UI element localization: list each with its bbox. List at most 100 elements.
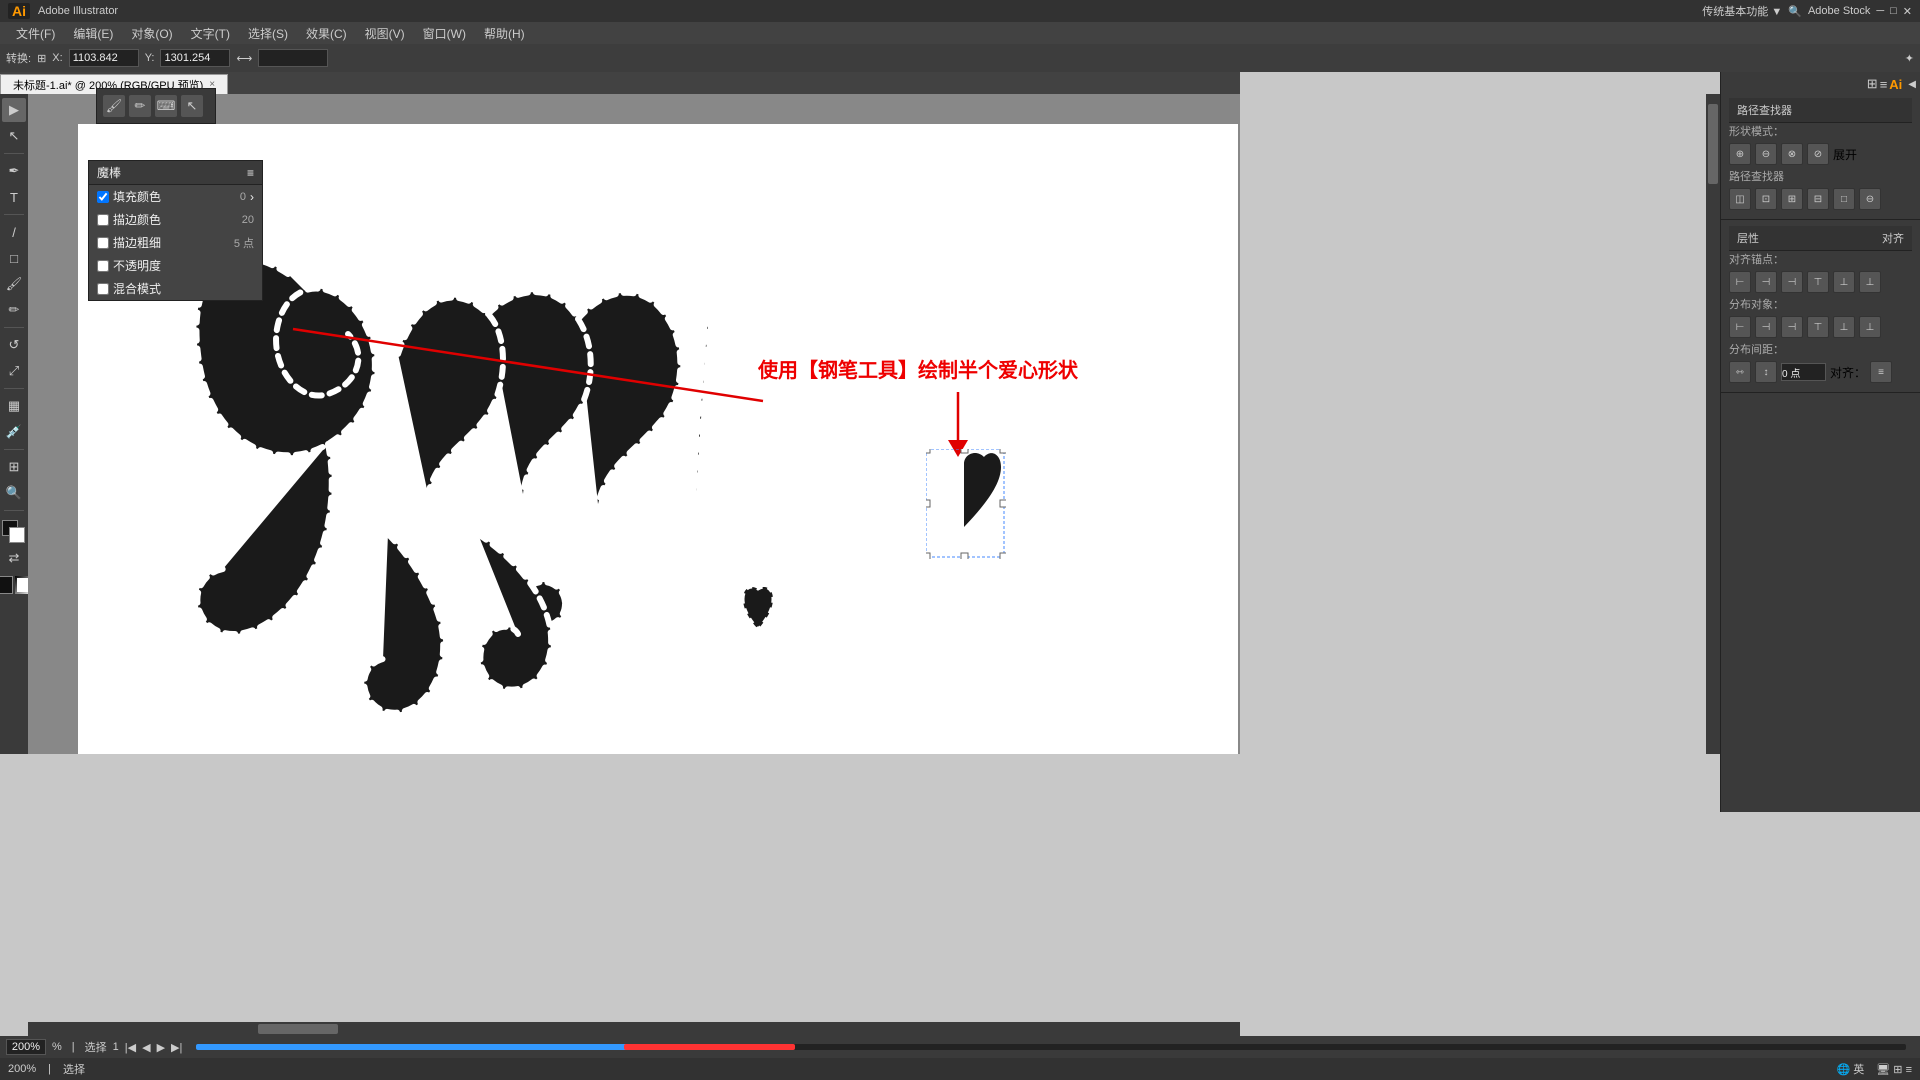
width-icon: ⟷ [236,52,252,65]
zoom-input[interactable] [6,1039,46,1055]
right-panel-collapse[interactable]: ◀ [1908,79,1916,90]
tool-rect[interactable]: □ [2,246,26,270]
brush-tool-btn-2[interactable]: ✏ [129,95,151,117]
tool-pencil[interactable]: ✏ [2,298,26,322]
tool-rotate[interactable]: ↺ [2,333,26,357]
dist-spacing-h-btn[interactable]: ⇿ [1729,361,1751,383]
tool-line[interactable]: / [2,220,26,244]
brush-tool-btn-4[interactable]: ↖ [181,95,203,117]
tool-type[interactable]: T [2,185,26,209]
tool-brush[interactable]: 🖌 [2,272,26,296]
align-bottom-btn[interactable]: ⊥ [1859,271,1881,293]
dist-right-btn[interactable]: ⊣ [1781,316,1803,338]
distribute-spacing-buttons: ⇿ ↕ 对齐： ≡ [1729,361,1912,383]
blend-checkbox[interactable] [97,283,109,295]
dist-top-btn[interactable]: ⊤ [1807,316,1829,338]
menu-object[interactable]: 对象(O) [123,23,180,44]
pathfinder-header[interactable]: 路径查找器 [1729,98,1912,123]
tool-scale[interactable]: ⤢ [2,359,26,383]
shape-minus-btn[interactable]: ⊖ [1755,143,1777,165]
adobe-stock[interactable]: Adobe Stock [1808,5,1870,17]
window-maximize[interactable]: □ [1890,5,1897,17]
h-scroll-thumb[interactable] [258,1024,338,1034]
stroke-width-checkbox[interactable] [97,237,109,249]
dist-spacing-v-btn[interactable]: ↕ [1755,361,1777,383]
pathfinder-buttons: ◫ ⊡ ⊞ ⊟ □ ⊖ [1729,188,1912,210]
play-btn[interactable]: ▶ [157,1041,165,1054]
shape-expand-btn[interactable]: 展开 [1833,146,1863,163]
dist-align-btn[interactable]: ≡ [1870,361,1892,383]
title-search[interactable]: 🔍 [1788,5,1802,18]
brush-tool-btn-1[interactable]: 🖌 [103,95,125,117]
play-prev[interactable]: ◀ [142,1041,150,1054]
right-panel-list-icon[interactable]: ≡ [1880,77,1888,92]
dist-bottom-btn[interactable]: ⊥ [1859,316,1881,338]
align-top-btn[interactable]: ⊤ [1807,271,1829,293]
menu-view[interactable]: 视图(V) [357,23,413,44]
stroke-color-checkbox[interactable] [97,214,109,226]
vertical-scrollbar[interactable] [1706,94,1720,754]
tool-swap-colors[interactable]: ⇄ [2,546,26,570]
fill-color-solid[interactable] [0,576,13,594]
menu-text[interactable]: 文字(T) [183,23,238,44]
menu-select[interactable]: 选择(S) [240,23,296,44]
annotation-text: 使用【钢笔工具】绘制半个爱心形状 [758,354,1078,383]
tool-eyedropper[interactable]: 💉 [2,420,26,444]
dist-left-btn[interactable]: ⊢ [1729,316,1751,338]
shape-intersect-btn[interactable]: ⊗ [1781,143,1803,165]
pf-trim-btn[interactable]: ⊡ [1755,188,1777,210]
timeline-bar[interactable] [196,1044,1906,1050]
right-panel-grid-icon[interactable]: ⊞ [1867,76,1878,92]
pf-outline-btn[interactable]: □ [1833,188,1855,210]
horizontal-scrollbar[interactable] [28,1022,1240,1036]
status-lang: 🌐 英 [1837,1061,1865,1077]
menu-edit[interactable]: 编辑(E) [65,23,121,44]
pf-divide-btn[interactable]: ◫ [1729,188,1751,210]
dist-spacing-input[interactable] [1781,363,1826,381]
align-header[interactable]: 层性 对齐 [1729,226,1912,251]
tool-gradient[interactable]: ▦ [2,394,26,418]
window-close[interactable]: ✕ [1903,5,1912,18]
dist-center-h-btn[interactable]: ⊣ [1755,316,1777,338]
play-first[interactable]: |◀ [125,1041,136,1054]
tool-zoom[interactable]: 🔍 [2,481,26,505]
y-label: Y: [145,52,155,64]
pf-minus-back-btn[interactable]: ⊖ [1859,188,1881,210]
fill-color-value: 0 [206,191,246,203]
align-center-h-btn[interactable]: ⊣ [1755,271,1777,293]
fill-color-checkbox[interactable] [97,191,109,203]
v-scroll-thumb[interactable] [1708,104,1718,184]
menu-effect[interactable]: 效果(C) [298,23,355,44]
tool-direct-select[interactable]: ↖ [2,124,26,148]
tool-select[interactable]: ▶ [2,98,26,122]
fill-swatch[interactable] [2,520,26,544]
stroke-panel-expand[interactable]: ≡ [247,166,254,180]
stroke-width-label: 描边粗细 [113,234,210,251]
dist-center-v-btn[interactable]: ⊥ [1833,316,1855,338]
menu-help[interactable]: 帮助(H) [476,23,533,44]
tool-pen[interactable]: ✒ [2,159,26,183]
x-input[interactable] [69,49,139,67]
y-input[interactable] [160,49,230,67]
brush-tool-btn-3[interactable]: ⌨ [155,95,177,117]
align-right-btn[interactable]: ⊣ [1781,271,1803,293]
menu-window[interactable]: 窗口(W) [415,23,474,44]
menu-file[interactable]: 文件(F) [8,23,63,44]
play-next[interactable]: ▶| [171,1041,182,1054]
left-toolbar: ▶ ↖ ✒ T / □ 🖌 ✏ ↺ ⤢ ▦ 💉 ⊞ 🔍 ⇄ [0,94,28,754]
stroke-panel-header[interactable]: 魔棒 ≡ [89,161,262,185]
right-panel-icons: ⊞ ≡ Ai ◀ [1721,72,1920,92]
pf-crop-btn[interactable]: ⊟ [1807,188,1829,210]
right-panel-ai-icon[interactable]: Ai [1889,77,1902,92]
pf-merge-btn[interactable]: ⊞ [1781,188,1803,210]
align-center-v-btn[interactable]: ⊥ [1833,271,1855,293]
half-heart-shape[interactable] [926,449,1006,559]
tool-artboard[interactable]: ⊞ [2,455,26,479]
width-input[interactable] [258,49,328,67]
shape-unite-btn[interactable]: ⊕ [1729,143,1751,165]
opacity-checkbox[interactable] [97,260,109,272]
toolbar-separator-4 [4,388,24,389]
window-minimize[interactable]: ─ [1876,5,1884,17]
align-left-btn[interactable]: ⊢ [1729,271,1751,293]
shape-exclude-btn[interactable]: ⊘ [1807,143,1829,165]
